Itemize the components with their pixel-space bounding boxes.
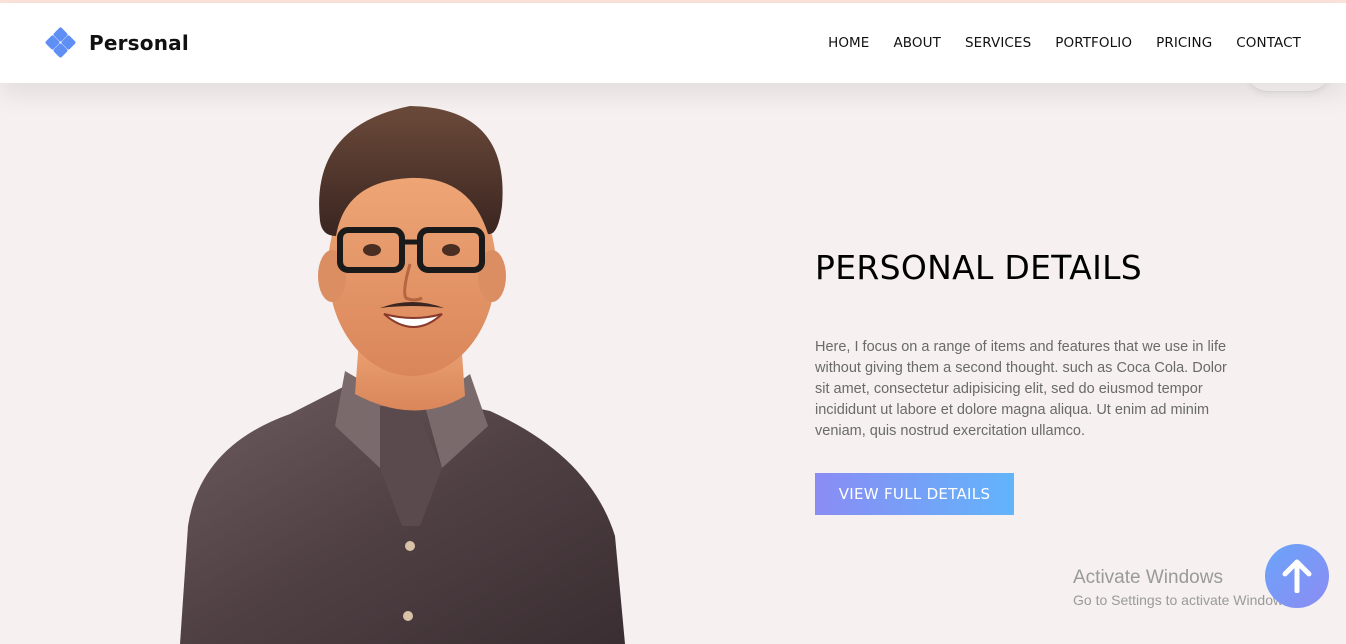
brand[interactable]: Personal	[44, 26, 189, 59]
scroll-to-top-button[interactable]	[1265, 544, 1329, 608]
nav-home[interactable]: HOME	[828, 35, 869, 51]
nav-contact[interactable]: CONTACT	[1236, 35, 1301, 51]
windows-activation-watermark: Activate Windows Go to Settings to activ…	[1073, 567, 1294, 608]
view-full-details-button[interactable]: VIEW FULL DETAILS	[815, 473, 1014, 515]
nav-services[interactable]: SERVICES	[965, 35, 1031, 51]
arrow-up-icon	[1282, 559, 1312, 593]
section-title: PERSONAL DETAILS	[815, 248, 1143, 287]
personal-details-section: PERSONAL DETAILS Here, I focus on a rang…	[815, 248, 1235, 515]
nav-portfolio[interactable]: PORTFOLIO	[1055, 35, 1132, 51]
watermark-title: Activate Windows	[1073, 567, 1223, 588]
section-description: Here, I focus on a range of items and fe…	[815, 339, 1227, 439]
watermark-subtitle: Go to Settings to activate Windows.	[1073, 592, 1294, 608]
brand-name: Personal	[89, 31, 189, 55]
nav-about[interactable]: ABOUT	[893, 35, 941, 51]
navbar: Personal HOME ABOUT SERVICES PORTFOLIO P…	[0, 3, 1346, 83]
portrait-illustration	[180, 106, 625, 644]
diamond-cluster-icon	[44, 26, 77, 59]
main-nav: HOME ABOUT SERVICES PORTFOLIO PRICING CO…	[828, 35, 1301, 51]
nav-pricing[interactable]: PRICING	[1156, 35, 1212, 51]
